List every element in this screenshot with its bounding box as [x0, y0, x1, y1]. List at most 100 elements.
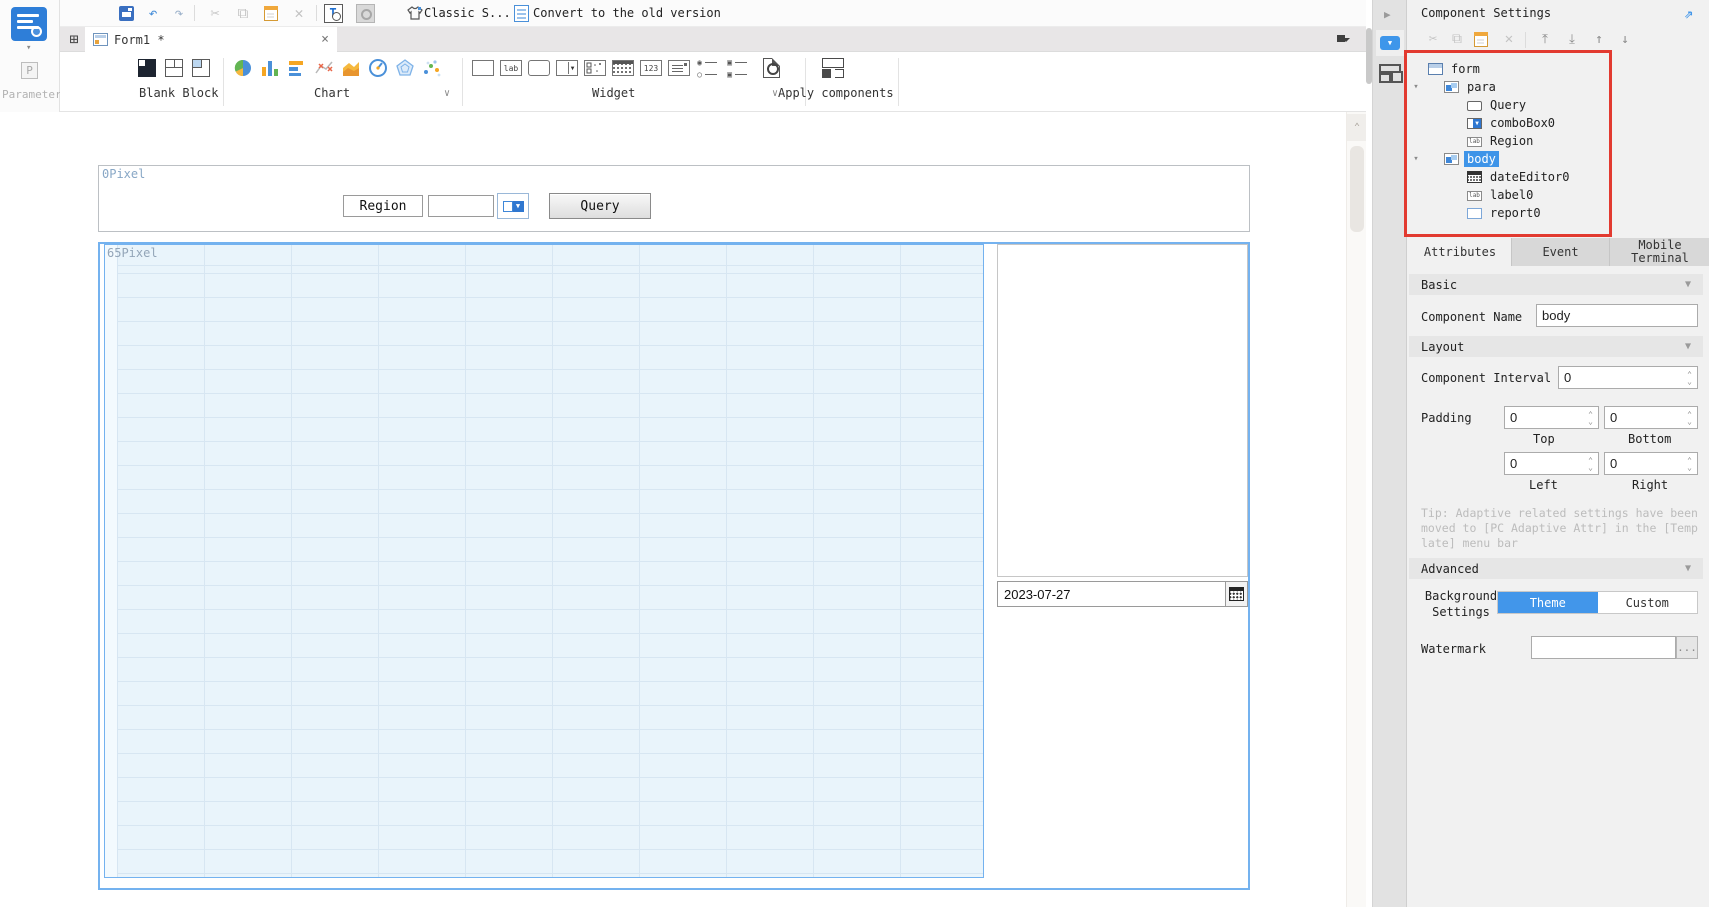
tree-item-query[interactable]: Query [1407, 96, 1709, 114]
collapse-chevron-icon[interactable]: ▾ [1411, 82, 1421, 92]
tree-item-para[interactable]: ▾ para [1407, 78, 1709, 96]
spinner-arrows-icon[interactable]: ⌃ ⌄ [1585, 407, 1596, 428]
move-to-top-button[interactable]: ⤒ [1535, 29, 1555, 49]
component-interval-input[interactable] [1559, 367, 1683, 388]
classic-style-button[interactable]: Classic S... [424, 6, 511, 20]
tab-event[interactable]: Event [1511, 238, 1609, 266]
region-combobox-field[interactable] [428, 195, 494, 217]
component-interval-spinner[interactable]: ⌃⌄ [1558, 366, 1698, 389]
tab-mobile-terminal[interactable]: Mobile Terminal [1609, 238, 1709, 266]
gauge-chart-icon[interactable] [367, 58, 389, 78]
padding-bottom-input[interactable] [1605, 407, 1683, 428]
date-editor-widget[interactable] [997, 581, 1248, 607]
apply-components-icon[interactable] [822, 58, 844, 78]
section-basic[interactable]: Basic ▼ [1409, 274, 1703, 295]
theme-option[interactable]: Theme [1498, 592, 1598, 613]
radio-group-widget-icon[interactable]: ◉ ○ [696, 58, 718, 79]
number-widget-icon[interactable]: 123 [640, 58, 662, 78]
textbox-widget-icon[interactable] [472, 58, 494, 78]
spinner-arrows-icon[interactable]: ⌃ ⌄ [1684, 453, 1695, 474]
tree-item-region[interactable]: lab Region [1407, 132, 1709, 150]
widget-settings-tool[interactable]: ▼ [1376, 30, 1404, 56]
blank-block-absolute-icon[interactable] [190, 58, 212, 78]
spinner-arrows-icon[interactable]: ⌃ ⌄ [1585, 453, 1596, 474]
delete-button[interactable]: ✕ [288, 3, 310, 23]
label0-widget[interactable] [997, 244, 1248, 577]
scatter-chart-icon[interactable] [421, 58, 443, 78]
watermark-browse-button[interactable]: ... [1676, 636, 1698, 659]
move-down-button[interactable]: ↓ [1615, 29, 1635, 49]
scroll-up-button[interactable]: ⌃ [1347, 114, 1367, 141]
tree-item-label0[interactable]: lab label0 [1407, 186, 1709, 204]
template-search-button[interactable]: T [322, 3, 344, 23]
checkbox-group-widget-icon[interactable]: ▣ ▣ [726, 58, 748, 79]
section-layout[interactable]: Layout ▼ [1409, 336, 1703, 357]
collapse-chevron-icon[interactable]: ▾ [1411, 154, 1421, 164]
padding-left-spinner[interactable]: ⌃⌄ [1504, 452, 1599, 475]
section-advanced[interactable]: Advanced ▼ [1409, 558, 1703, 579]
blank-block-report-icon[interactable] [136, 58, 158, 78]
textarea-widget-icon[interactable] [668, 58, 690, 78]
copy-button[interactable]: ⧉ [232, 3, 254, 23]
redo-button[interactable]: ↷ [168, 3, 190, 23]
search-disabled-button[interactable] [354, 3, 376, 23]
query-widget-icon[interactable] [760, 58, 782, 78]
region-label-widget[interactable]: Region [343, 195, 423, 217]
undo-button[interactable]: ↶ [142, 3, 164, 23]
design-canvas[interactable]: 0Pixel Region ▼ Query 65Pixel [60, 112, 1346, 907]
collapse-panel-icon[interactable]: ▶ [1384, 8, 1391, 21]
padding-right-input[interactable] [1605, 453, 1683, 474]
tree-item-dateeditor0[interactable]: dateEditor0 [1407, 168, 1709, 186]
tab-attributes[interactable]: Attributes [1409, 238, 1511, 266]
report0-grid[interactable]: 65Pixel [104, 244, 984, 878]
tree-item-combobox0[interactable]: comboBox0 [1407, 114, 1709, 132]
spinner-arrows-icon[interactable]: ⌃ ⌄ [1684, 407, 1695, 428]
query-button-widget[interactable]: Query [549, 193, 651, 219]
tab-close-icon[interactable]: × [321, 32, 329, 47]
cut-button[interactable]: ✂ [204, 3, 226, 23]
column-chart-icon[interactable] [259, 58, 281, 78]
paste-button[interactable] [260, 3, 282, 23]
para-block[interactable]: 0Pixel Region ▼ Query [98, 165, 1250, 232]
canvas-vertical-scrollbar[interactable]: ⌃ [1346, 112, 1367, 907]
new-template-icon[interactable]: ⊞ [65, 30, 83, 48]
watermark-input[interactable] [1531, 636, 1676, 659]
padding-top-spinner[interactable]: ⌃⌄ [1504, 406, 1599, 429]
tree-copy-button[interactable]: ⧉ [1447, 29, 1467, 49]
padding-left-input[interactable] [1505, 453, 1584, 474]
pie-chart-icon[interactable] [232, 58, 254, 78]
label-widget-icon[interactable]: lab [500, 58, 522, 78]
tab-list-icon[interactable] [1337, 35, 1350, 46]
component-library-icon[interactable] [1379, 64, 1401, 83]
move-to-bottom-button[interactable]: ⤓ [1562, 29, 1582, 49]
padding-top-input[interactable] [1505, 407, 1584, 428]
scrollbar-thumb[interactable] [1350, 146, 1364, 232]
save-button[interactable] [115, 3, 137, 23]
tree-item-form[interactable]: form [1407, 60, 1709, 78]
date-widget-icon[interactable] [612, 58, 634, 78]
checkbox-panel-widget-icon[interactable] [584, 58, 606, 78]
date-picker-button[interactable] [1225, 581, 1248, 607]
blank-block-tab-icon[interactable] [163, 58, 185, 78]
spinner-arrows-icon[interactable]: ⌃ ⌄ [1684, 367, 1695, 388]
convert-old-version-button[interactable]: Convert to the old version [533, 6, 721, 20]
date-editor-input[interactable] [997, 581, 1225, 607]
button-widget-icon[interactable] [528, 58, 550, 78]
tree-item-body[interactable]: ▾ body [1407, 150, 1709, 168]
app-menu-chevron-icon[interactable]: ▾ [26, 43, 31, 53]
app-logo-icon[interactable] [11, 7, 47, 41]
tree-delete-button[interactable]: ✕ [1499, 29, 1519, 49]
line-chart-icon[interactable] [313, 58, 335, 78]
bar-chart-icon[interactable] [286, 58, 308, 78]
component-name-input[interactable] [1536, 304, 1698, 327]
padding-bottom-spinner[interactable]: ⌃⌄ [1604, 406, 1698, 429]
tree-paste-button[interactable] [1471, 29, 1491, 49]
area-chart-icon[interactable] [340, 58, 362, 78]
radar-chart-icon[interactable] [394, 58, 416, 78]
tab-form1[interactable]: Form1 * × [85, 27, 337, 52]
tree-cut-button[interactable]: ✂ [1423, 29, 1443, 49]
parameters-icon[interactable]: P [21, 62, 38, 79]
panel-pin-icon[interactable]: ⇗ [1684, 4, 1693, 22]
move-up-button[interactable]: ↑ [1589, 29, 1609, 49]
chart-group-chevron-icon[interactable]: ∨ [444, 88, 450, 99]
